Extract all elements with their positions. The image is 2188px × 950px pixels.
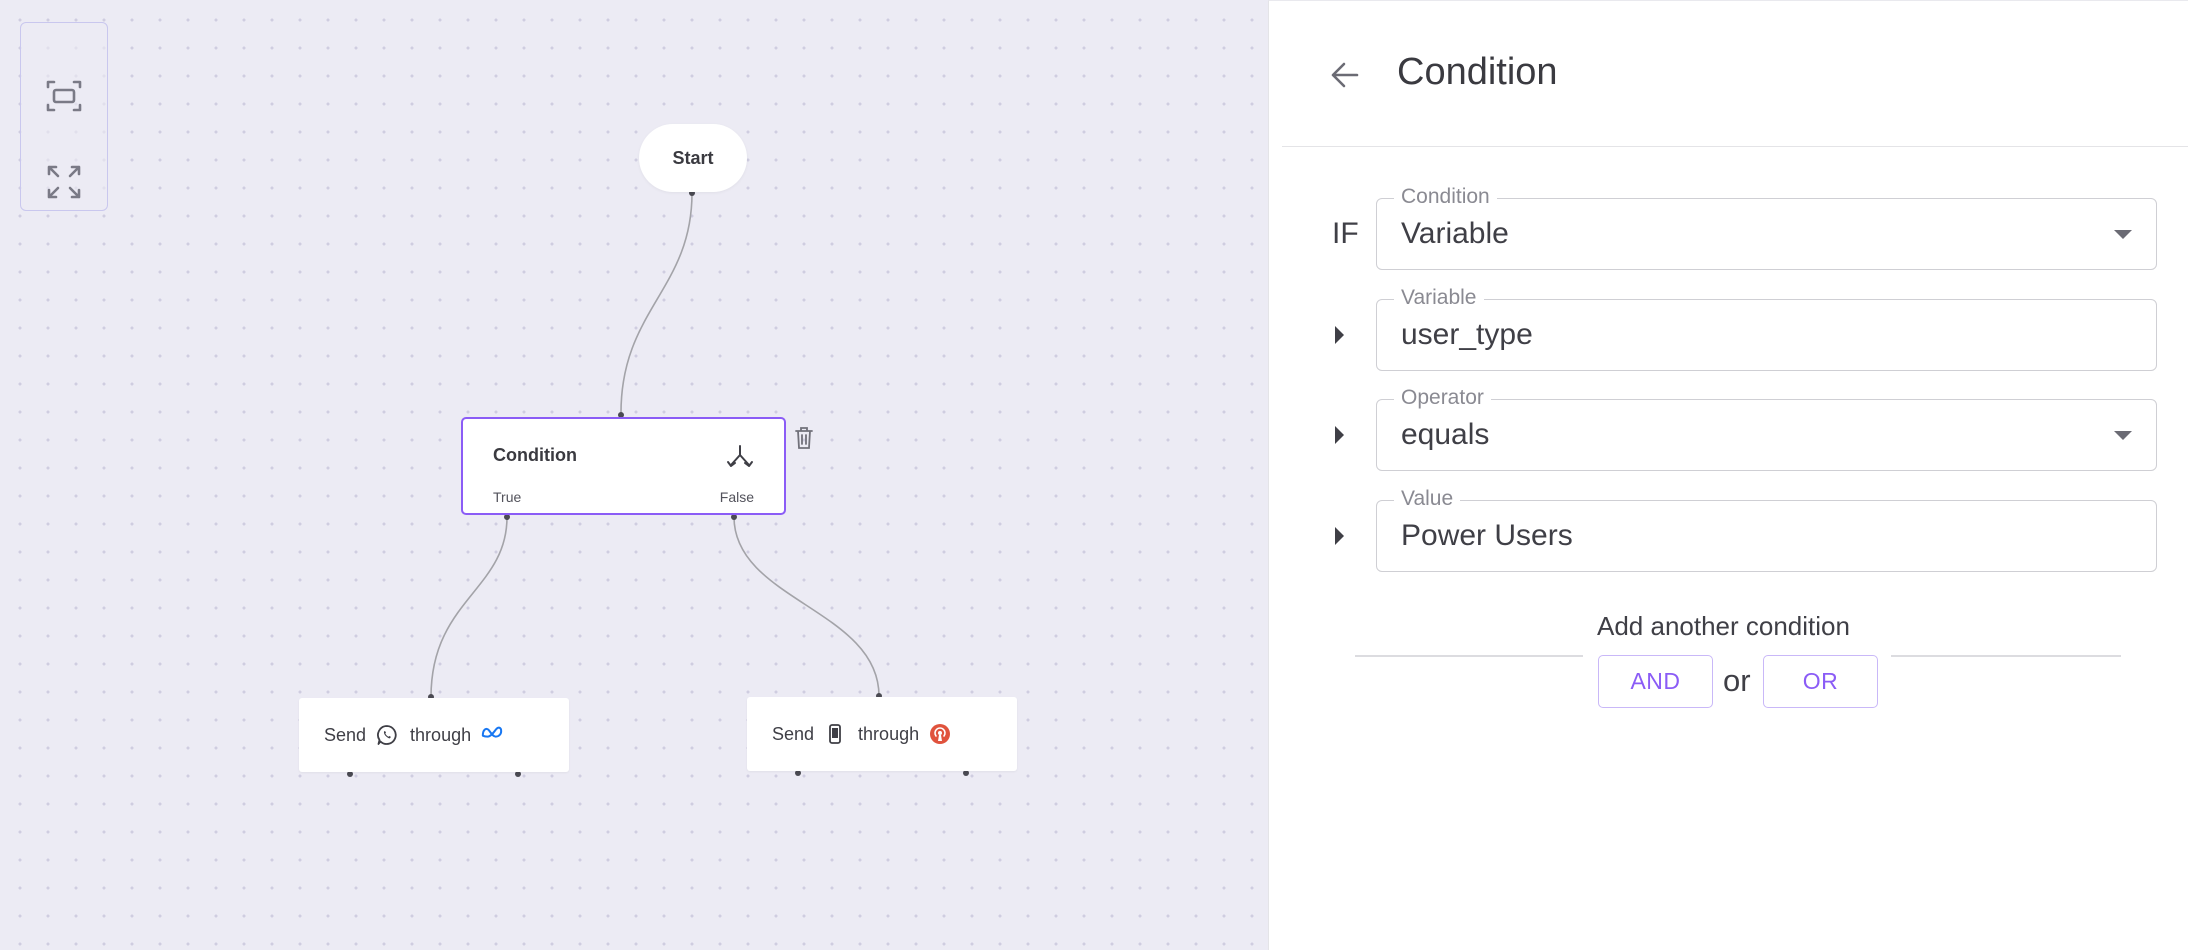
expand-value-icon[interactable] <box>1335 527 1344 545</box>
send-label: Send <box>324 724 367 745</box>
mobile-phone-icon <box>824 723 846 745</box>
through-label: through <box>858 723 920 744</box>
start-node[interactable]: Start <box>639 124 747 192</box>
value-field[interactable]: Value Power Users <box>1376 487 2157 572</box>
variable-field[interactable]: Variable user_type <box>1376 286 2157 371</box>
meta-icon <box>481 724 503 746</box>
fullscreen-button[interactable] <box>21 147 106 217</box>
panel-title: Condition <box>1397 51 1558 93</box>
panel-header: Condition <box>1282 1 2188 147</box>
start-node-label: Start <box>672 147 714 168</box>
branch-icon <box>727 445 753 467</box>
expand-operator-icon[interactable] <box>1335 426 1344 444</box>
divider-left <box>1355 655 1583 657</box>
condition-select[interactable]: Condition Variable <box>1376 185 2157 270</box>
condition-select-label: Condition <box>1394 185 1497 209</box>
dropdown-arrow-icon <box>2114 431 2132 440</box>
variable-field-label: Variable <box>1394 286 1484 310</box>
or-button[interactable]: OR <box>1763 655 1878 708</box>
send-label: Send <box>772 723 815 744</box>
condition-false-label: False <box>719 489 754 505</box>
divider-right <box>1891 655 2121 657</box>
value-field-value: Power Users <box>1401 519 1573 552</box>
variable-field-value: user_type <box>1401 318 1533 351</box>
and-button[interactable]: AND <box>1598 655 1713 708</box>
if-label: IF <box>1332 217 1359 250</box>
fit-view-icon <box>46 80 81 112</box>
through-label: through <box>410 724 472 745</box>
fit-view-button[interactable] <box>21 61 106 131</box>
flow-canvas[interactable]: Start Condition True False Send through <box>0 0 1268 950</box>
condition-panel: Condition IF Condition Variable Variable… <box>1268 0 2188 950</box>
condition-select-value: Variable <box>1401 217 1509 250</box>
send-node-whatsapp[interactable]: Send through <box>299 698 569 772</box>
send-node-push[interactable]: Send through <box>747 697 1017 771</box>
whatsapp-icon <box>376 724 398 746</box>
trash-icon[interactable] <box>792 424 816 452</box>
operator-select-value: equals <box>1401 418 1490 451</box>
dropdown-arrow-icon <box>2114 230 2132 239</box>
expand-variable-icon[interactable] <box>1335 326 1344 344</box>
back-arrow-icon[interactable] <box>1327 57 1363 93</box>
add-condition-label: Add another condition <box>1597 611 1850 641</box>
zoom-controls <box>20 22 108 211</box>
condition-node[interactable]: Condition True False <box>461 417 786 515</box>
edge-true-send1 <box>430 516 508 698</box>
operator-select[interactable]: Operator equals <box>1376 386 2157 471</box>
fullscreen-icon <box>47 165 80 199</box>
edge-start-condition <box>620 192 693 416</box>
operator-select-label: Operator <box>1394 386 1491 410</box>
value-field-label: Value <box>1394 487 1461 511</box>
edge-false-send2 <box>733 516 880 697</box>
condition-node-title: Condition <box>493 445 577 465</box>
broadcast-icon <box>929 723 951 745</box>
condition-true-label: True <box>493 489 522 505</box>
or-separator: or <box>1723 663 1751 698</box>
